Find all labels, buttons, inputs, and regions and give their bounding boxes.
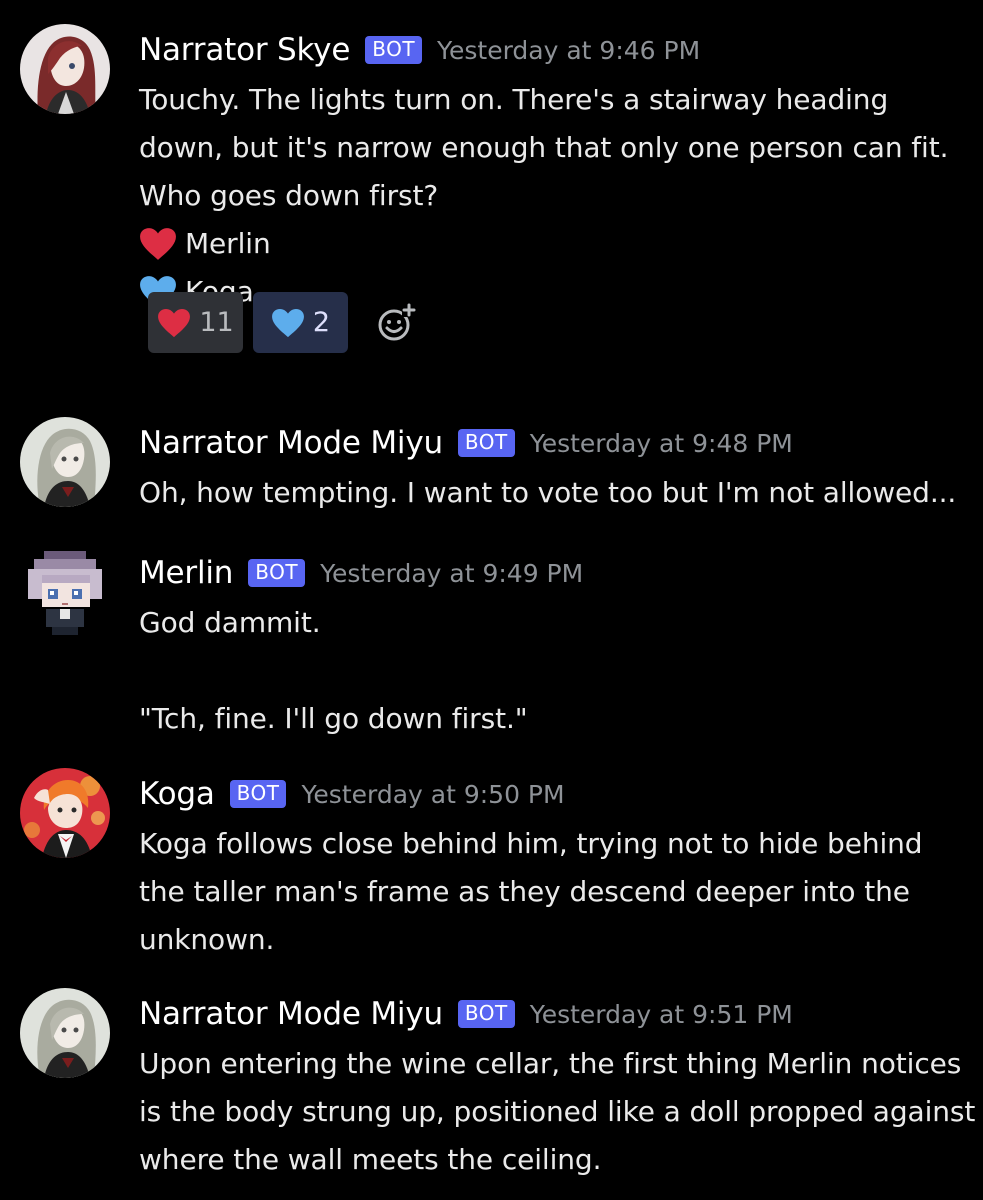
reaction-count: 11 — [199, 307, 234, 338]
message-line: Touchy. The lights turn on. There's a st… — [139, 83, 889, 116]
vote-option-label: Merlin — [185, 227, 271, 260]
timestamp[interactable]: Yesterday at 9:50 PM — [301, 780, 564, 809]
message-line: God dammit. — [139, 606, 321, 639]
message-line: Who goes down first? — [139, 179, 439, 212]
bot-tag: BOT — [229, 780, 287, 808]
reaction-red-heart[interactable]: 11 — [148, 292, 243, 353]
message-line: Koga follows close behind him, trying no… — [139, 827, 923, 860]
avatar[interactable] — [20, 24, 110, 114]
username[interactable]: Koga — [139, 776, 215, 812]
bot-tag: BOT — [365, 36, 423, 64]
message-content: Touchy. The lights turn on. There's a st… — [139, 76, 969, 316]
username[interactable]: Narrator Mode Miyu — [139, 425, 443, 461]
message-header: Merlin BOT Yesterday at 9:49 PM — [139, 547, 583, 599]
message-header: Narrator Mode Miyu BOT Yesterday at 9:48… — [139, 417, 793, 469]
timestamp[interactable]: Yesterday at 9:48 PM — [530, 429, 793, 458]
avatar[interactable] — [18, 547, 112, 639]
timestamp[interactable]: Yesterday at 9:49 PM — [320, 559, 583, 588]
reaction-count: 2 — [312, 307, 331, 338]
timestamp[interactable]: Yesterday at 9:46 PM — [437, 36, 700, 65]
vote-option-merlin: Merlin — [139, 220, 969, 268]
message-line: unknown. — [139, 923, 275, 956]
message-line-blank — [139, 647, 969, 695]
blue-heart-icon — [271, 308, 304, 337]
message-header: Narrator Skye BOT Yesterday at 9:46 PM — [139, 24, 700, 76]
message-line: Oh, how tempting. I want to vote too but… — [139, 476, 957, 509]
message-content: God dammit. "Tch, fine. I'll go down fir… — [139, 599, 969, 743]
message-content: Oh, how tempting. I want to vote too but… — [139, 469, 969, 517]
avatar[interactable] — [20, 417, 110, 507]
avatar[interactable] — [20, 768, 110, 858]
message-line: where the wall meets the ceiling. — [139, 1143, 602, 1176]
reactions-bar: 11 2 — [148, 292, 416, 353]
bot-tag: BOT — [248, 559, 306, 587]
add-reaction-icon[interactable] — [376, 302, 416, 343]
avatar[interactable] — [20, 988, 110, 1078]
message-line: the taller man's frame as they descend d… — [139, 875, 910, 908]
timestamp[interactable]: Yesterday at 9:51 PM — [530, 1000, 793, 1029]
message-header: Koga BOT Yesterday at 9:50 PM — [139, 768, 565, 820]
message-header: Narrator Mode Miyu BOT Yesterday at 9:51… — [139, 988, 793, 1040]
username[interactable]: Narrator Mode Miyu — [139, 996, 443, 1032]
red-heart-icon — [158, 308, 191, 337]
message-line: is the body strung up, positioned like a… — [139, 1095, 976, 1128]
username[interactable]: Narrator Skye — [139, 32, 350, 68]
bot-tag: BOT — [457, 1000, 515, 1028]
message-line: down, but it's narrow enough that only o… — [139, 131, 949, 164]
message-line: "Tch, fine. I'll go down first." — [139, 702, 528, 735]
message-content: Koga follows close behind him, trying no… — [139, 820, 969, 964]
reaction-blue-heart[interactable]: 2 — [253, 292, 348, 353]
message-line: Upon entering the wine cellar, the first… — [139, 1047, 962, 1080]
red-heart-icon — [140, 228, 176, 260]
bot-tag: BOT — [457, 429, 515, 457]
message-content: Upon entering the wine cellar, the first… — [139, 1040, 976, 1184]
username[interactable]: Merlin — [139, 555, 233, 591]
